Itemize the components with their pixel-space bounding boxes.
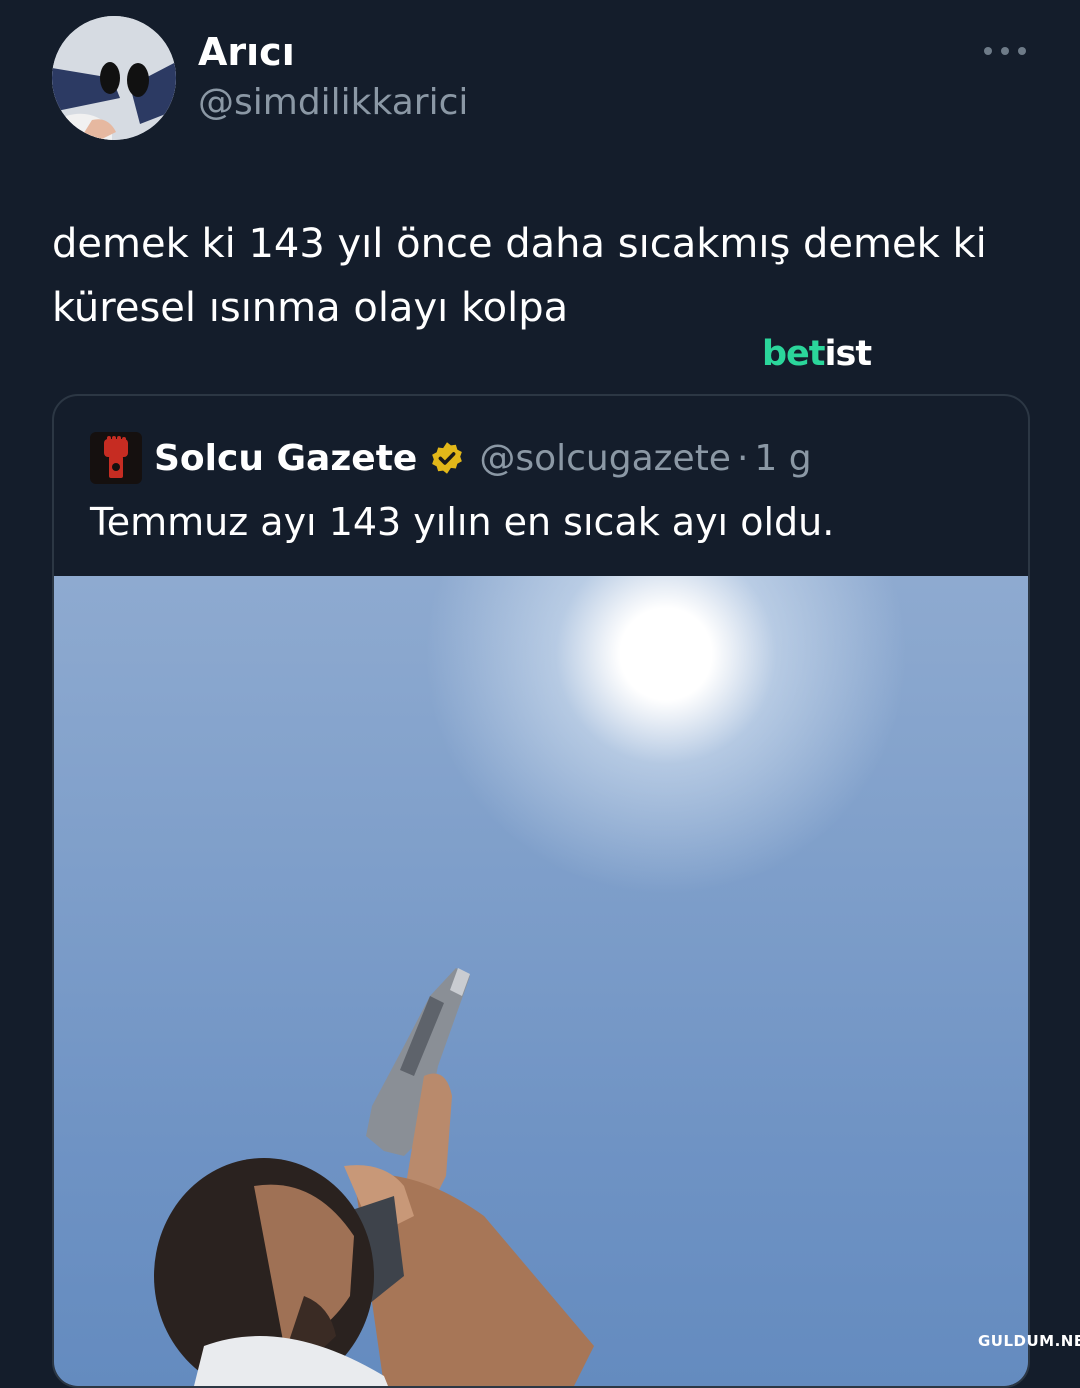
- quoted-tweet-header: Solcu Gazete @solcugazete · 1 g: [90, 432, 812, 484]
- tweet-text-line-1: demek ki 143 yıl önce daha sıcakmış deme…: [52, 221, 987, 267]
- quoted-tweet[interactable]: Solcu Gazete @solcugazete · 1 g Temmuz a…: [52, 394, 1030, 1388]
- tweet-text-line-2: küresel ısınma olayı kolpa: [52, 285, 569, 331]
- fist-logo-icon[interactable]: [90, 432, 142, 484]
- quoted-tweet-photo[interactable]: [54, 576, 1028, 1386]
- man-aiming-shotgun-at-sun-image: [154, 968, 594, 1386]
- watermark-part-1: bet: [762, 334, 826, 374]
- dot: [984, 47, 992, 55]
- author-display-name[interactable]: Arıcı: [198, 30, 295, 74]
- author-handle[interactable]: @simdilikkarici: [198, 82, 468, 123]
- betist-watermark: betist: [762, 334, 873, 374]
- tweet-text: demek ki 143 yıl önce daha sıcakmış deme…: [52, 212, 1032, 340]
- separator-dot: ·: [736, 437, 749, 479]
- verified-badge-icon: [432, 442, 463, 474]
- watermark-part-2: ist: [824, 334, 873, 374]
- site-watermark: GULDUM.NET: [978, 1332, 1080, 1350]
- dot: [1018, 47, 1026, 55]
- quoted-display-name[interactable]: Solcu Gazete: [154, 438, 417, 479]
- dot: [1001, 47, 1009, 55]
- more-horizontal-icon[interactable]: [984, 36, 1026, 66]
- fist-logo-graphic: [104, 436, 128, 478]
- quoted-tweet-text: Temmuz ayı 143 yılın en sıcak ayı oldu.: [90, 500, 835, 544]
- quoted-handle[interactable]: @solcugazete: [479, 438, 731, 479]
- author-avatar[interactable]: [52, 16, 176, 140]
- quoted-timestamp[interactable]: 1 g: [754, 438, 811, 479]
- avatar-image: [52, 16, 176, 140]
